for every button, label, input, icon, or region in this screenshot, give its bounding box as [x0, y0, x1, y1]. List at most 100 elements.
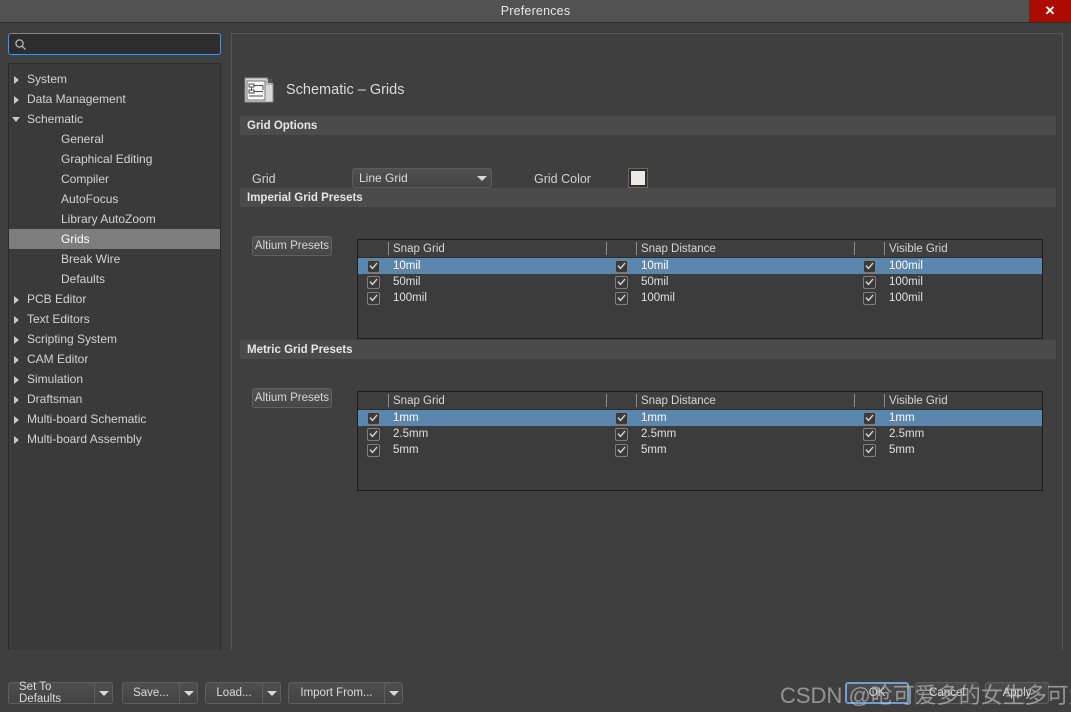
table-row[interactable]: 100mil 100mil 100mil [358, 290, 1042, 306]
checkbox[interactable] [366, 411, 380, 425]
row-value-cell[interactable]: 50mil [388, 274, 606, 290]
grid-color-swatch[interactable] [628, 168, 648, 188]
row-value-cell[interactable]: 100mil [884, 258, 1071, 274]
sidebar-item-break-wire[interactable]: Break Wire [9, 249, 220, 269]
imperial-altium-presets-button[interactable]: Altium Presets [252, 236, 332, 256]
table-column-header[interactable]: Visible Grid [884, 240, 1071, 257]
load-dropdown-icon[interactable] [262, 683, 280, 703]
table-column-header[interactable]: Snap Distance [636, 392, 854, 409]
table-column-header[interactable]: Snap Grid [388, 240, 606, 257]
table-column-header[interactable]: Snap Distance [636, 240, 854, 257]
row-value-cell[interactable]: 1mm [636, 410, 854, 426]
checkbox[interactable] [366, 275, 380, 289]
row-value-cell[interactable]: 50mil [636, 274, 854, 290]
checkbox[interactable] [366, 427, 380, 441]
sidebar-item-scripting-system[interactable]: Scripting System [9, 329, 220, 349]
table-row[interactable]: 2.5mm 2.5mm 2.5mm [358, 426, 1042, 442]
chevron-right-icon[interactable] [11, 393, 23, 405]
row-value-cell[interactable]: 5mm [636, 442, 854, 458]
checkbox[interactable] [862, 291, 876, 305]
metric-altium-presets-button[interactable]: Altium Presets [252, 388, 332, 408]
chevron-right-icon[interactable] [11, 373, 23, 385]
sidebar-item-multi-board-assembly[interactable]: Multi-board Assembly [9, 429, 220, 449]
checkbox[interactable] [614, 411, 628, 425]
row-value-cell[interactable]: 10mil [636, 258, 854, 274]
row-value-cell[interactable]: 100mil [884, 290, 1071, 306]
table-row[interactable]: 1mm 1mm 1mm [358, 410, 1042, 426]
row-value-cell[interactable]: 10mil [388, 258, 606, 274]
checkbox[interactable] [614, 291, 628, 305]
row-value-cell[interactable]: 5mm [388, 442, 606, 458]
imperial-presets-table[interactable]: Snap Grid Snap Distance Visible Grid 10mil 1… [357, 239, 1043, 339]
checkbox[interactable] [614, 275, 628, 289]
checkbox[interactable] [862, 411, 876, 425]
sidebar-item-text-editors[interactable]: Text Editors [9, 309, 220, 329]
checkbox[interactable] [366, 443, 380, 457]
row-value-cell[interactable]: 100mil [884, 274, 1071, 290]
sidebar-item-system[interactable]: System [9, 69, 220, 89]
table-row[interactable]: 50mil 50mil 100mil [358, 274, 1042, 290]
row-value-cell[interactable]: 2.5mm [636, 426, 854, 442]
close-icon[interactable]: ✕ [1029, 0, 1071, 22]
save-button[interactable]: Save... [122, 682, 198, 704]
checkbox[interactable] [614, 427, 628, 441]
chevron-right-icon[interactable] [11, 293, 23, 305]
table-row[interactable]: 5mm 5mm 5mm [358, 442, 1042, 458]
row-value-cell[interactable]: 2.5mm [388, 426, 606, 442]
chevron-right-icon[interactable] [11, 413, 23, 425]
chevron-right-icon[interactable] [11, 93, 23, 105]
sidebar-item-defaults[interactable]: Defaults [9, 269, 220, 289]
checkbox[interactable] [862, 443, 876, 457]
checkbox[interactable] [614, 259, 628, 273]
search-box[interactable] [8, 33, 221, 55]
row-value-cell[interactable]: 2.5mm [884, 426, 1071, 442]
row-value-cell[interactable]: 100mil [636, 290, 854, 306]
table-column-header[interactable]: Snap Grid [388, 392, 606, 409]
table-row[interactable]: 10mil 10mil 100mil [358, 258, 1042, 274]
sidebar-item-graphical-editing[interactable]: Graphical Editing [9, 149, 220, 169]
search-input[interactable] [31, 35, 213, 53]
import-from-button[interactable]: Import From... [288, 682, 403, 704]
cancel-button[interactable]: Cancel [915, 682, 979, 704]
sidebar-item-schematic[interactable]: Schematic [9, 109, 220, 129]
checkbox[interactable] [862, 275, 876, 289]
row-value-cell[interactable]: 5mm [884, 442, 1071, 458]
chevron-right-icon[interactable] [11, 353, 23, 365]
chevron-down-icon[interactable] [11, 113, 23, 125]
chevron-right-icon[interactable] [11, 433, 23, 445]
ok-button[interactable]: OK [845, 682, 909, 704]
checkbox[interactable] [862, 259, 876, 273]
checkbox[interactable] [614, 443, 628, 457]
load-button[interactable]: Load... [205, 682, 281, 704]
table-column-header[interactable]: Visible Grid [884, 392, 1071, 409]
apply-button[interactable]: Apply [985, 682, 1049, 704]
chevron-right-icon[interactable] [11, 333, 23, 345]
sidebar-item-pcb-editor[interactable]: PCB Editor [9, 289, 220, 309]
chevron-right-icon[interactable] [11, 313, 23, 325]
sidebar-item-autofocus[interactable]: AutoFocus [9, 189, 220, 209]
row-value-cell[interactable]: 1mm [388, 410, 606, 426]
preferences-tree[interactable]: System Data Management Schematic General Gra… [8, 63, 221, 666]
sidebar-item-general[interactable]: General [9, 129, 220, 149]
set-to-defaults-dropdown-icon[interactable] [94, 683, 112, 703]
sidebar-item-draftsman[interactable]: Draftsman [9, 389, 220, 409]
row-value-cell[interactable]: 100mil [388, 290, 606, 306]
chevron-right-icon[interactable] [11, 73, 23, 85]
row-value-cell[interactable]: 1mm [884, 410, 1071, 426]
save-dropdown-icon[interactable] [179, 683, 197, 703]
set-to-defaults-button[interactable]: Set To Defaults [8, 681, 113, 705]
sidebar-item-data-management[interactable]: Data Management [9, 89, 220, 109]
metric-presets-table[interactable]: Snap Grid Snap Distance Visible Grid 1mm 1mm… [357, 391, 1043, 491]
sidebar-item-grids[interactable]: Grids [9, 229, 220, 249]
checkbox[interactable] [366, 291, 380, 305]
sidebar-item-simulation[interactable]: Simulation [9, 369, 220, 389]
import-from-dropdown-icon[interactable] [384, 683, 402, 703]
sidebar-item-multi-board-schematic[interactable]: Multi-board Schematic [9, 409, 220, 429]
sidebar-item-compiler[interactable]: Compiler [9, 169, 220, 189]
sidebar-item-library-autozoom[interactable]: Library AutoZoom [9, 209, 220, 229]
sidebar-item-cam-editor[interactable]: CAM Editor [9, 349, 220, 369]
row-checkbox-cell [358, 290, 388, 306]
checkbox[interactable] [862, 427, 876, 441]
checkbox[interactable] [366, 259, 380, 273]
grid-type-select[interactable]: Line Grid [352, 168, 492, 188]
